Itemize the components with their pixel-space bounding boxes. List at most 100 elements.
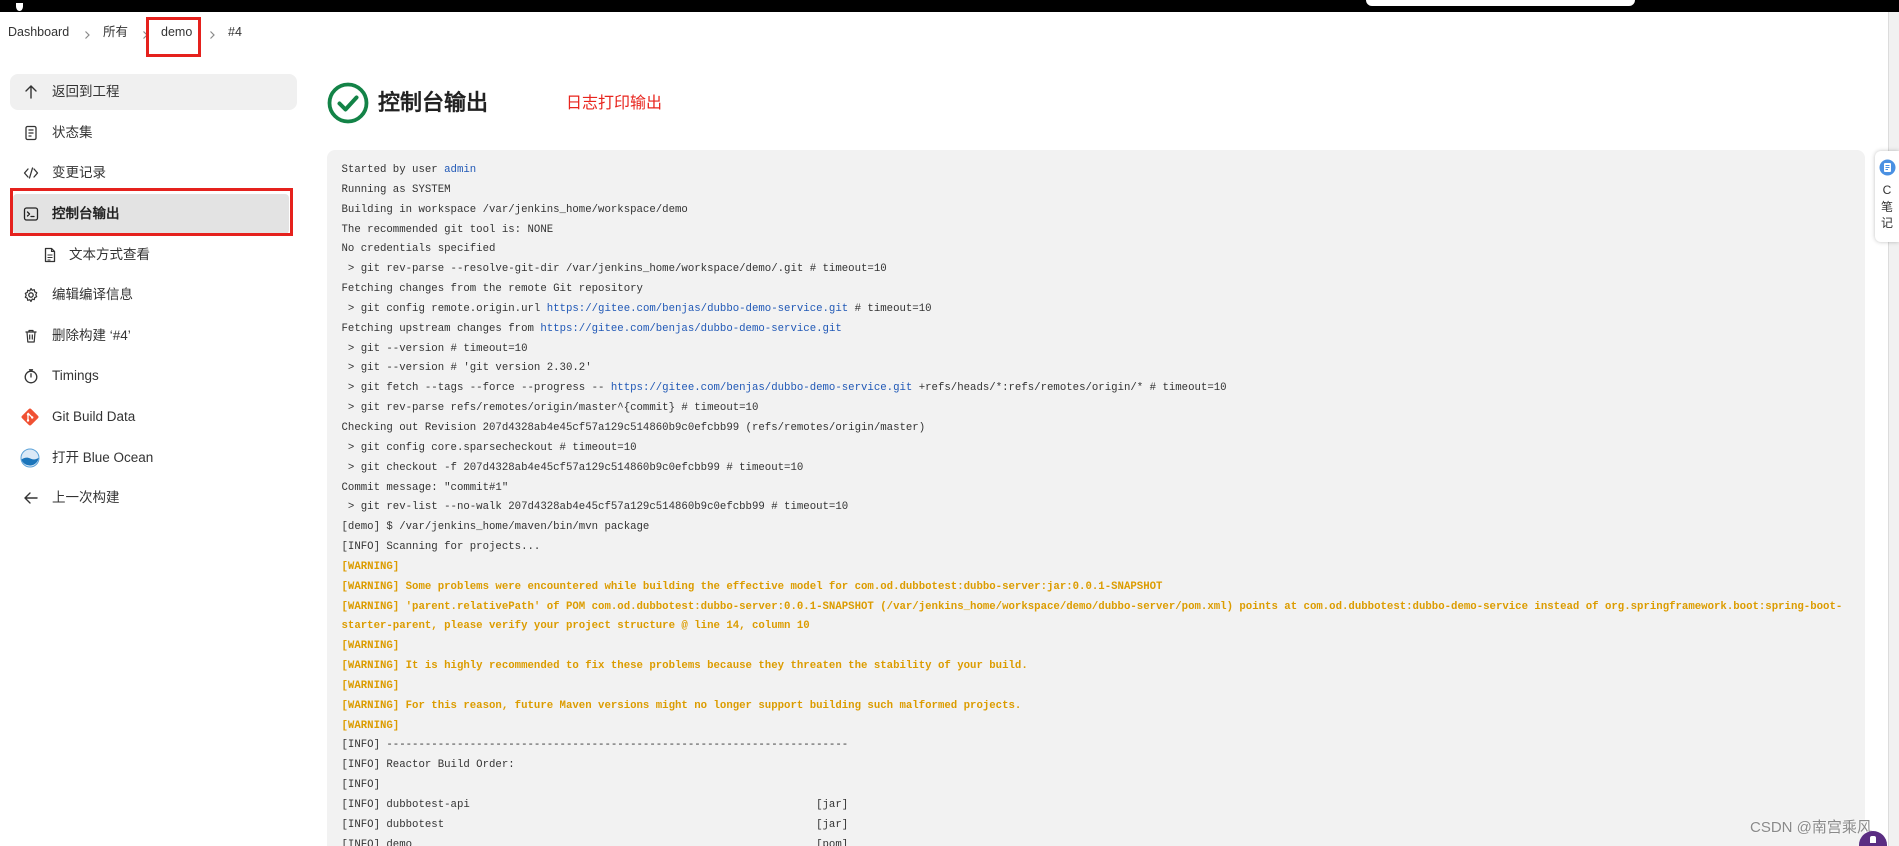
console-text: +refs/heads/*:refs/remotes/origin/* # ti… bbox=[912, 382, 1227, 395]
console-text: > git checkout -f 207d4328ab4e45cf57a129… bbox=[341, 461, 804, 474]
console-text: Fetching upstream changes from bbox=[341, 322, 541, 335]
sidebar-item-status[interactable]: 状态集 bbox=[10, 115, 297, 151]
sidebar-item-back-to-project[interactable]: 返回到工程 bbox=[10, 74, 297, 110]
sidebar-item-label: 变更记录 bbox=[52, 165, 106, 180]
console-warning-text: [WARNING] bbox=[341, 640, 400, 653]
console-line: > git checkout -f 207d4328ab4e45cf57a129… bbox=[342, 459, 1866, 479]
breadcrumb-all[interactable]: 所有 bbox=[103, 12, 128, 52]
console-line: [WARNING] bbox=[342, 637, 1866, 657]
vertical-scrollbar[interactable] bbox=[1888, 12, 1899, 846]
file-text-icon bbox=[42, 247, 58, 263]
console-line: > git config remote.origin.url https://g… bbox=[342, 300, 1866, 320]
console-text: > git --version # timeout=10 bbox=[341, 342, 528, 355]
chevron-right-icon bbox=[82, 27, 92, 39]
console-line: [INFO] dubbotest [jar] bbox=[342, 816, 1866, 836]
sidebar-item-git-build-data[interactable]: Git Build Data bbox=[10, 399, 297, 435]
console-text: Started by user bbox=[341, 164, 445, 176]
console-line: > git --version # timeout=10 bbox=[342, 340, 1866, 360]
top-header-bar bbox=[0, 0, 1899, 12]
console-line: [demo] $ /var/jenkins_home/maven/bin/mvn… bbox=[342, 518, 1866, 538]
sidebar-item-previous-build[interactable]: 上一次构建 bbox=[10, 480, 297, 516]
console-line: Fetching changes from the remote Git rep… bbox=[342, 280, 1866, 300]
console-warning-text: [WARNING] bbox=[341, 560, 400, 573]
console-line: Fetching upstream changes from https://g… bbox=[342, 320, 1866, 340]
console-text: [INFO] demo [pom] bbox=[341, 838, 849, 846]
sidebar-item-label: 文本方式查看 bbox=[69, 247, 150, 262]
console-line: The recommended git tool is: NONE bbox=[342, 221, 1866, 241]
console-text: Commit message: "commit#1" bbox=[341, 481, 509, 494]
csdn-note-widget[interactable]: C 笔 记 bbox=[1875, 151, 1899, 242]
console-line: Checking out Revision 207d4328ab4e45cf57… bbox=[342, 419, 1866, 439]
console-link[interactable]: https://gitee.com/benjas/dubbo-demo-serv… bbox=[547, 303, 848, 315]
sidebar-item-view-as-plain-text[interactable]: 文本方式查看 bbox=[10, 237, 297, 273]
console-line: Commit message: "commit#1" bbox=[342, 479, 1866, 499]
annotation-note: 日志打印输出 bbox=[566, 95, 663, 112]
console-line: [INFO] Reactor Build Order: bbox=[342, 756, 1866, 776]
console-link[interactable]: admin bbox=[444, 164, 476, 176]
document-icon bbox=[23, 125, 39, 141]
console-text: > git rev-parse --resolve-git-dir /var/j… bbox=[341, 263, 887, 276]
sidebar-item-label: Git Build Data bbox=[52, 409, 136, 424]
console-line: [WARNING] For this reason, future Maven … bbox=[342, 697, 1866, 717]
chevron-right-icon bbox=[140, 27, 150, 39]
breadcrumb-build-number[interactable]: #4 bbox=[228, 12, 242, 52]
search-input[interactable] bbox=[1366, 0, 1635, 6]
sidebar-item-label: 上一次构建 bbox=[52, 490, 120, 505]
console-warning-text: starter-parent, please verify your proje… bbox=[341, 620, 810, 633]
jenkins-logo-icon[interactable] bbox=[14, 0, 25, 11]
console-text: Building in workspace /var/jenkins_home/… bbox=[341, 203, 688, 216]
console-warning-text: [WARNING] For this reason, future Maven … bbox=[341, 699, 1022, 712]
console-line: [WARNING] 'parent.relativePath' of POM c… bbox=[342, 598, 1866, 618]
sidebar-item-timings[interactable]: Timings bbox=[10, 358, 297, 394]
sidebar-item-console-output[interactable]: 控制台输出 bbox=[13, 194, 289, 234]
sidebar-item-delete-build[interactable]: 删除构建 ‘#4’ bbox=[10, 318, 297, 354]
sidebar-item-label: 返回到工程 bbox=[52, 84, 120, 99]
console-line: starter-parent, please verify your proje… bbox=[342, 617, 1866, 637]
console-text: Running as SYSTEM bbox=[341, 183, 451, 196]
chevron-right-icon bbox=[207, 27, 217, 39]
console-warning-text: [WARNING] Some problems were encountered… bbox=[341, 580, 1163, 593]
console-link[interactable]: https://gitee.com/benjas/dubbo-demo-serv… bbox=[540, 323, 841, 335]
sidebar-item-label: 打开 Blue Ocean bbox=[52, 450, 154, 465]
blue-ocean-icon bbox=[20, 448, 40, 468]
console-text: > git fetch --tags --force --progress -- bbox=[341, 382, 611, 395]
breadcrumb-demo[interactable]: demo bbox=[161, 12, 192, 52]
console-text: > git config core.sparsecheckout # timeo… bbox=[341, 441, 637, 454]
console-line: [INFO] ---------------------------------… bbox=[342, 736, 1866, 756]
arrow-left-icon bbox=[23, 490, 39, 506]
console-text: Fetching changes from the remote Git rep… bbox=[341, 283, 643, 296]
console-line: Building in workspace /var/jenkins_home/… bbox=[342, 201, 1866, 221]
floating-action-button[interactable] bbox=[1859, 831, 1887, 846]
console-text: # timeout=10 bbox=[848, 302, 932, 315]
sidebar-item-open-blue-ocean[interactable]: 打开 Blue Ocean bbox=[10, 440, 297, 476]
widget-label: C 笔 记 bbox=[1875, 182, 1899, 232]
console-line: Started by user admin bbox=[342, 161, 1866, 181]
gear-icon bbox=[23, 287, 39, 303]
breadcrumb-dashboard[interactable]: Dashboard bbox=[8, 12, 69, 52]
console-text: [INFO] dubbotest [jar] bbox=[341, 818, 849, 831]
sidebar-item-label: 编辑编译信息 bbox=[52, 287, 133, 302]
widget-char: C bbox=[1882, 183, 1892, 197]
console-warning-text: [WARNING] bbox=[341, 719, 400, 732]
console-link[interactable]: https://gitee.com/benjas/dubbo-demo-serv… bbox=[611, 382, 912, 394]
console-line: [INFO] demo [pom] bbox=[342, 836, 1866, 846]
console-line: > git fetch --tags --force --progress --… bbox=[342, 379, 1866, 399]
console-text: [INFO] Scanning for projects... bbox=[341, 541, 541, 554]
console-text: [INFO] bbox=[341, 779, 380, 792]
widget-char: 记 bbox=[1880, 216, 1893, 230]
console-line: [WARNING] Some problems were encountered… bbox=[342, 578, 1866, 598]
terminal-icon bbox=[23, 206, 39, 222]
console-text: [INFO] ---------------------------------… bbox=[341, 739, 849, 752]
sidebar-item-edit-build-info[interactable]: 编辑编译信息 bbox=[10, 277, 297, 313]
console-line: > git rev-parse refs/remotes/origin/mast… bbox=[342, 399, 1866, 419]
bag-icon bbox=[1870, 836, 1876, 843]
console-warning-text: [WARNING] 'parent.relativePath' of POM c… bbox=[341, 600, 1843, 613]
console-text: [INFO] dubbotest-api [jar] bbox=[341, 799, 849, 811]
widget-char: 笔 bbox=[1880, 199, 1893, 214]
console-line: [INFO] dubbotest-api [jar] bbox=[342, 796, 1866, 816]
sidebar-item-label: 状态集 bbox=[52, 125, 93, 140]
console-line: [INFO] Scanning for projects... bbox=[342, 538, 1866, 558]
console-text: [demo] $ /var/jenkins_home/maven/bin/mvn… bbox=[341, 521, 650, 534]
trash-icon bbox=[23, 328, 39, 344]
sidebar-item-changes[interactable]: 变更记录 bbox=[10, 155, 297, 191]
